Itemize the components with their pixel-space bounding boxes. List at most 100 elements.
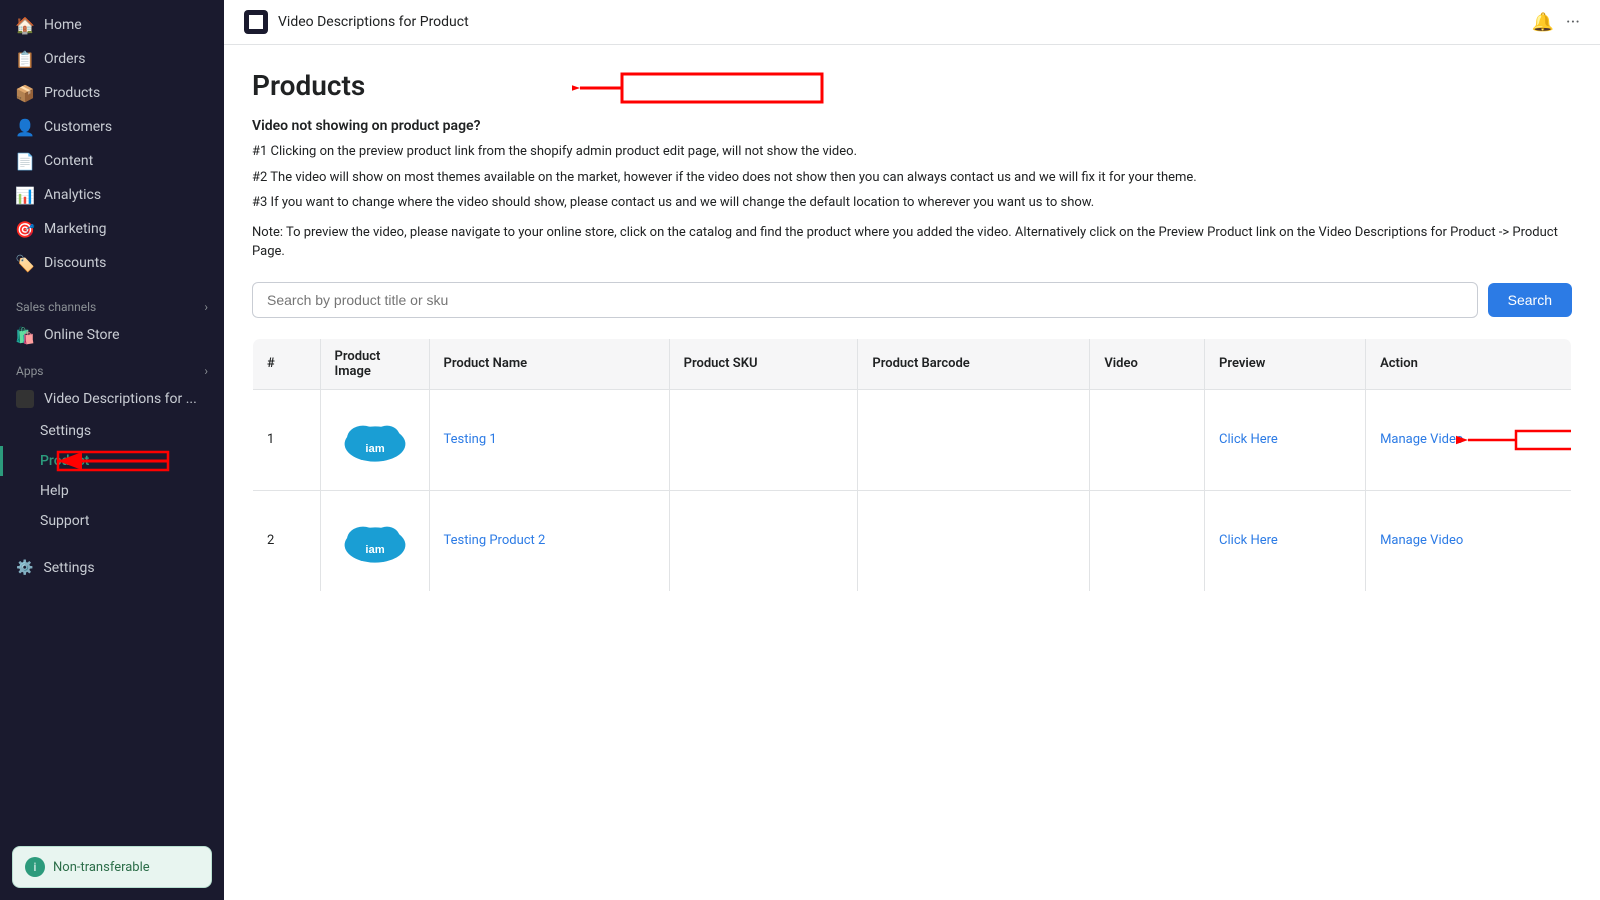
bell-icon[interactable]: 🔔 — [1531, 12, 1553, 33]
row1-image: iam — [320, 389, 429, 490]
sidebar-item-video-descriptions[interactable]: Video Descriptions for ... — [0, 382, 224, 416]
sidebar-item-marketing[interactable]: 🎯 Marketing — [0, 212, 224, 246]
sidebar-label-online-store: Online Store — [44, 327, 120, 343]
page-title: Products — [252, 69, 365, 102]
row2-video — [1090, 490, 1205, 591]
sidebar-item-home[interactable]: 🏠 Home — [0, 8, 224, 42]
apps-group: Apps › — [0, 352, 224, 382]
col-preview: Preview — [1205, 338, 1366, 389]
topbar-title: Video Descriptions for Product — [278, 14, 469, 30]
cloud-logo-1: iam — [335, 405, 415, 475]
page-content: Products Video not showing on product pa… — [224, 45, 1600, 900]
sidebar-item-online-store[interactable]: 🛍️ Online Store — [0, 318, 224, 352]
row1-action[interactable]: Manage Video — [1366, 389, 1572, 490]
app-square-icon — [244, 10, 268, 34]
row2-barcode — [858, 490, 1090, 591]
row1-click-here[interactable]: Click Here — [1219, 432, 1278, 447]
row2-preview[interactable]: Click Here — [1205, 490, 1366, 591]
non-transferable-badge: i Non-transferable — [12, 846, 212, 888]
products-icon: 📦 — [16, 84, 34, 102]
sidebar-item-orders[interactable]: 📋 Orders — [0, 42, 224, 76]
sidebar-settings-label: Settings — [43, 560, 94, 576]
app-icon — [16, 390, 34, 408]
more-options-icon[interactable]: ··· — [1566, 12, 1580, 33]
row1-barcode — [858, 389, 1090, 490]
row2-num: 2 — [253, 490, 321, 591]
non-transferable-label: Non-transferable — [53, 860, 150, 875]
row2-click-here[interactable]: Click Here — [1219, 533, 1278, 548]
search-input[interactable] — [252, 282, 1478, 318]
row1-name[interactable]: Testing 1 — [429, 389, 669, 490]
sidebar-item-customers[interactable]: 👤 Customers — [0, 110, 224, 144]
table-row: 1 iam — [253, 389, 1572, 490]
info-circle-icon: i — [25, 857, 45, 877]
table-row: 2 iam — [253, 490, 1572, 591]
main-area: Video Descriptions for Product 🔔 ··· Pro… — [224, 0, 1600, 900]
sidebar-label-analytics: Analytics — [44, 187, 101, 203]
product-image-2: iam — [335, 501, 415, 581]
topbar: Video Descriptions for Product 🔔 ··· — [224, 0, 1600, 45]
row2-name[interactable]: Testing Product 2 — [429, 490, 669, 591]
sidebar-item-analytics[interactable]: 📊 Analytics — [0, 178, 224, 212]
note-text: Note: To preview the video, please navig… — [252, 223, 1572, 262]
info-text-3: #3 If you want to change where the video… — [252, 193, 1572, 213]
sidebar-item-content[interactable]: 📄 Content — [0, 144, 224, 178]
sidebar-label-products: Products — [44, 85, 100, 101]
row1-product-link[interactable]: Testing 1 — [444, 432, 497, 447]
cloud-logo-2: iam — [335, 506, 415, 576]
table-header-row: # Product Image Product Name Product SKU… — [253, 338, 1572, 389]
col-num: # — [253, 338, 321, 389]
discounts-icon: 🏷️ — [16, 254, 34, 272]
col-sku: Product SKU — [669, 338, 858, 389]
row2-action[interactable]: Manage Video — [1366, 490, 1572, 591]
analytics-icon: 📊 — [16, 186, 34, 204]
col-action: Action — [1366, 338, 1572, 389]
svg-text:iam: iam — [365, 443, 384, 455]
row1-preview[interactable]: Click Here — [1205, 389, 1366, 490]
sidebar-item-products[interactable]: 📦 Products — [0, 76, 224, 110]
sales-channels-group: Sales channels › — [0, 288, 224, 318]
sidebar-label-discounts: Discounts — [44, 255, 106, 271]
warning-title: Video not showing on product page? — [252, 118, 1572, 134]
sidebar-label-content: Content — [44, 153, 93, 169]
row1-sku — [669, 389, 858, 490]
home-icon: 🏠 — [16, 16, 34, 34]
marketing-icon: 🎯 — [16, 220, 34, 238]
sidebar-label-orders: Orders — [44, 51, 86, 67]
row2-manage-video[interactable]: Manage Video — [1380, 533, 1463, 548]
orders-icon: 📋 — [16, 50, 34, 68]
manage-video-arrow — [1456, 423, 1572, 457]
sidebar-label-home: Home — [44, 17, 82, 33]
customers-icon: 👤 — [16, 118, 34, 136]
sidebar-sub-help[interactable]: Help — [0, 476, 224, 506]
content-icon: 📄 — [16, 152, 34, 170]
online-store-icon: 🛍️ — [16, 326, 34, 344]
row1-num: 1 — [253, 389, 321, 490]
col-name: Product Name — [429, 338, 669, 389]
settings-icon: ⚙️ — [16, 560, 33, 576]
col-video: Video — [1090, 338, 1205, 389]
row2-image: iam — [320, 490, 429, 591]
row1-manage-video[interactable]: Manage Video — [1380, 432, 1463, 447]
topbar-actions: 🔔 ··· — [1531, 12, 1580, 33]
svg-text:iam: iam — [365, 544, 384, 556]
sidebar-bottom: i Non-transferable — [0, 834, 224, 900]
info-text-1: #1 Clicking on the preview product link … — [252, 142, 1572, 162]
sidebar-label-marketing: Marketing — [44, 221, 107, 237]
sidebar-sub-settings[interactable]: Settings — [0, 416, 224, 446]
search-button[interactable]: Search — [1488, 283, 1572, 317]
sidebar-item-discounts[interactable]: 🏷️ Discounts — [0, 246, 224, 280]
row2-product-link[interactable]: Testing Product 2 — [444, 533, 546, 548]
product-image-1: iam — [335, 400, 415, 480]
search-bar: Search — [252, 282, 1572, 318]
col-image: Product Image — [320, 338, 429, 389]
sidebar-item-settings[interactable]: ⚙️ Settings — [0, 552, 224, 584]
products-table: # Product Image Product Name Product SKU… — [252, 338, 1572, 592]
sidebar-sub-support[interactable]: Support — [0, 506, 224, 536]
row2-sku — [669, 490, 858, 591]
row1-video — [1090, 389, 1205, 490]
info-text-2: #2 The video will show on most themes av… — [252, 168, 1572, 188]
sidebar-sub-product[interactable]: Product — [0, 446, 224, 476]
products-arrow — [572, 64, 832, 112]
sidebar-label-video-descriptions: Video Descriptions for ... — [44, 391, 197, 407]
